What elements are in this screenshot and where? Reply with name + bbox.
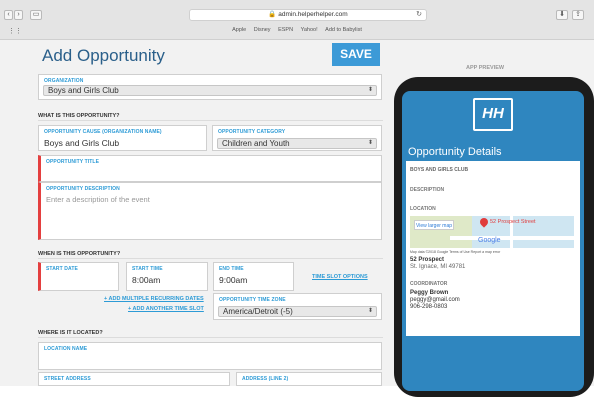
view-larger-map-button[interactable]: View larger map (414, 220, 454, 230)
where-heading: WHERE IS IT LOCATED? (38, 330, 103, 336)
start-time-field[interactable]: START TIME 8:00am (126, 262, 208, 291)
map-pin-icon (478, 216, 490, 228)
organization-select[interactable]: Boys and Girls Club ⬍ (43, 85, 377, 96)
title-label: OPPORTUNITY TITLE (46, 159, 99, 165)
title-field[interactable]: OPPORTUNITY TITLE (38, 155, 382, 182)
street-address-label: STREET ADDRESS (44, 376, 91, 382)
page-content: Add Opportunity SAVE ORGANIZATION Boys a… (0, 40, 594, 397)
divider (38, 120, 383, 121)
time-slot-options-link[interactable]: TIME SLOT OPTIONS (312, 274, 368, 280)
fav-apple[interactable]: Apple (232, 27, 246, 33)
street-address-field[interactable]: STREET ADDRESS (38, 372, 230, 386)
browser-chrome: ‹ › ▭ 🔒 admin.helperhelper.com ↻ ⬇ ⇪ ⋮⋮ … (0, 0, 594, 40)
google-logo: Google (478, 237, 501, 244)
select-arrows-icon: ⬍ (367, 308, 373, 314)
description-label: OPPORTUNITY DESCRIPTION (46, 186, 120, 192)
fav-yahoo[interactable]: Yahoo! (301, 27, 318, 33)
sidebar-icon[interactable]: ▭ (30, 10, 42, 20)
organization-label: ORGANIZATION (44, 78, 84, 84)
address-line2-field[interactable]: ADDRESS (LINE 2) (236, 372, 382, 386)
category-field: OPPORTUNITY CATEGORY Children and Youth … (212, 125, 382, 151)
cause-label: OPPORTUNITY CAUSE (ORGANIZATION NAME) (44, 129, 162, 135)
cause-field[interactable]: OPPORTUNITY CAUSE (ORGANIZATION NAME) Bo… (38, 125, 207, 151)
add-time-slot-link[interactable]: + ADD ANOTHER TIME SLOT (128, 306, 204, 312)
address-line2-label: ADDRESS (LINE 2) (242, 376, 289, 382)
divider (38, 337, 383, 338)
phone-screen: HH Opportunity Details BOYS AND GIRLS CL… (402, 91, 584, 391)
preview-location-label: LOCATION (410, 206, 436, 212)
description-field[interactable]: OPPORTUNITY DESCRIPTION Enter a descript… (38, 182, 382, 240)
end-time-value: 9:00am (219, 275, 248, 285)
fav-espn[interactable]: ESPN (278, 27, 293, 33)
fav-disney[interactable]: Disney (254, 27, 271, 33)
lock-icon: 🔒 (268, 11, 277, 18)
app-preview-label: APP PREVIEW (466, 65, 505, 71)
timezone-select[interactable]: America/Detroit (-5) ⬍ (218, 306, 377, 317)
description-placeholder: Enter a description of the event (46, 195, 150, 204)
coordinator-email: peggy@gmail.com (410, 297, 460, 303)
coordinator-phone: 906-298-0803 (410, 304, 448, 310)
select-arrows-icon: ⬍ (367, 140, 373, 146)
organization-value: Boys and Girls Club (48, 86, 119, 95)
preview-heading: Opportunity Details (408, 146, 502, 158)
start-time-value: 8:00am (132, 275, 161, 285)
category-value: Children and Youth (222, 139, 290, 148)
timezone-value: America/Detroit (-5) (223, 307, 293, 316)
preview-org: BOYS AND GIRLS CLUB (410, 167, 469, 173)
organization-field: ORGANIZATION Boys and Girls Club ⬍ (38, 74, 382, 100)
select-arrows-icon: ⬍ (367, 87, 373, 93)
end-time-label: END TIME (219, 266, 244, 272)
fav-babylist[interactable]: Add to Babylist (325, 27, 362, 33)
phone-frame: HH Opportunity Details BOYS AND GIRLS CL… (394, 77, 594, 397)
page-title: Add Opportunity (42, 46, 165, 65)
add-recurring-dates-link[interactable]: + ADD MULTIPLE RECURRING DATES (104, 296, 204, 302)
category-select[interactable]: Children and Youth ⬍ (217, 138, 377, 149)
timezone-label: OPPORTUNITY TIME ZONE (219, 297, 286, 303)
download-icon[interactable]: ⬇ (556, 10, 568, 20)
location-name-field[interactable]: LOCATION NAME (38, 342, 382, 370)
start-date-field[interactable]: START DATE (38, 262, 119, 291)
address-city: St. Ignace, MI 49781 (410, 264, 466, 270)
forward-button[interactable]: › (14, 10, 23, 20)
coordinator-label: COORDINATOR (410, 281, 448, 287)
location-name-label: LOCATION NAME (44, 346, 88, 352)
favorites-bar: Apple Disney ESPN Yahoo! Add to Babylist (0, 27, 594, 33)
start-date-label: START DATE (46, 266, 78, 272)
start-time-label: START TIME (132, 266, 163, 272)
url-text: admin.helperhelper.com (278, 11, 348, 18)
map-pin-label: 52 Prospect Street (490, 219, 536, 225)
map-footer: Map data ©2018 Google Terms of Use Repor… (410, 250, 501, 254)
cause-value: Boys and Girls Club (44, 138, 120, 148)
timezone-field: OPPORTUNITY TIME ZONE America/Detroit (-… (213, 293, 382, 320)
category-label: OPPORTUNITY CATEGORY (218, 129, 286, 135)
coordinator-name: Peggy Brown (410, 290, 449, 296)
reload-icon[interactable]: ↻ (416, 10, 422, 20)
preview-card: BOYS AND GIRLS CLUB DESCRIPTION LOCATION… (406, 161, 580, 336)
back-button[interactable]: ‹ (4, 10, 13, 20)
app-logo: HH (473, 98, 513, 131)
divider (38, 258, 383, 259)
map[interactable]: View larger map 52 Prospect Street Googl… (410, 216, 574, 248)
when-heading: WHEN IS THIS OPPORTUNITY? (38, 251, 121, 257)
save-button[interactable]: SAVE (332, 43, 380, 66)
preview-description-label: DESCRIPTION (410, 187, 445, 193)
end-time-field[interactable]: END TIME 9:00am (213, 262, 294, 291)
what-heading: WHAT IS THIS OPPORTUNITY? (38, 113, 120, 119)
share-icon[interactable]: ⇪ (572, 10, 584, 20)
address-name: 52 Prospect (410, 257, 445, 263)
address-bar[interactable]: 🔒 admin.helperhelper.com ↻ (189, 9, 427, 21)
